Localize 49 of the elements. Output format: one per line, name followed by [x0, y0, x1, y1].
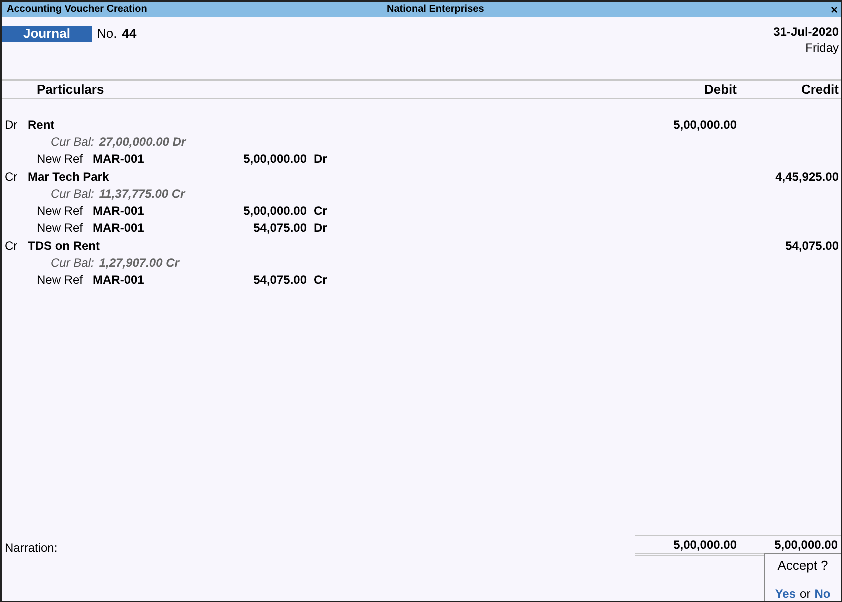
ledger-name: TDS on Rent [28, 238, 100, 253]
balance-label: Cur Bal: [51, 186, 94, 201]
ref-type: New Ref [37, 273, 84, 288]
voucher-number: 44 [122, 26, 137, 41]
ref-amount: 54,075.00 [252, 221, 307, 236]
ref-type: New Ref [37, 221, 84, 236]
credit-total: 5,00,000.00 [774, 538, 839, 552]
voucher-type: Journal [2, 26, 92, 42]
ledger-name: Rent [28, 118, 55, 132]
yes-button[interactable]: Yes [775, 587, 796, 601]
ref-type: New Ref [37, 204, 84, 218]
current-balance: 27,00,000.00 Dr [99, 134, 186, 149]
dr-cr-label: Cr [4, 170, 19, 184]
debit-amount: 5,00,000.00 [674, 118, 737, 132]
no-button[interactable]: No [814, 587, 831, 601]
number-label: No. [97, 26, 118, 41]
dr-cr-label: Dr [4, 118, 19, 132]
credit-amount: 4,45,925.00 [776, 170, 839, 184]
ref-dr-cr: Cr [314, 273, 328, 288]
column-header: Particulars [36, 82, 106, 97]
debit-total: 5,00,000.00 [672, 538, 737, 552]
or-text: or [800, 587, 811, 601]
ref-name: MAR-001 [93, 152, 146, 166]
ref-dr-cr: Cr [314, 204, 328, 218]
close-button[interactable]: × [830, 4, 838, 16]
balance-label: Cur Bal: [51, 134, 94, 149]
current-balance: 1,27,907.00 Cr [99, 256, 180, 270]
ref-name: MAR-001 [93, 273, 146, 288]
ledger-name: Mar Tech Park [28, 170, 110, 184]
dr-cr-label: Cr [4, 238, 19, 253]
ref-amount: 5,00,000.00 [242, 204, 307, 218]
ref-dr-cr: Dr [314, 221, 328, 236]
ref-name: MAR-001 [93, 221, 146, 236]
ref-type: New Ref [37, 152, 84, 166]
ref-name: MAR-001 [93, 204, 146, 218]
current-balance: 11,37,775.00 Cr [99, 186, 186, 201]
voucher-day: Friday [806, 41, 839, 55]
ref-dr-cr: Dr [314, 152, 328, 166]
credit-amount: 54,075.00 [786, 238, 839, 253]
voucher-date: 31-Jul-2020 [774, 25, 839, 39]
ref-amount: 54,075.00 [252, 273, 307, 288]
balance-label: Cur Bal: [51, 256, 94, 270]
narration-label: Narration: [4, 540, 59, 555]
company-name: National Enterprises [387, 4, 484, 15]
ref-amount: 5,00,000.00 [242, 152, 307, 166]
column-header: Credit [800, 82, 840, 97]
window-title: Accounting Voucher Creation [7, 4, 148, 15]
dialog-question: Accept ? [778, 558, 828, 573]
column-header: Debit [704, 82, 737, 97]
